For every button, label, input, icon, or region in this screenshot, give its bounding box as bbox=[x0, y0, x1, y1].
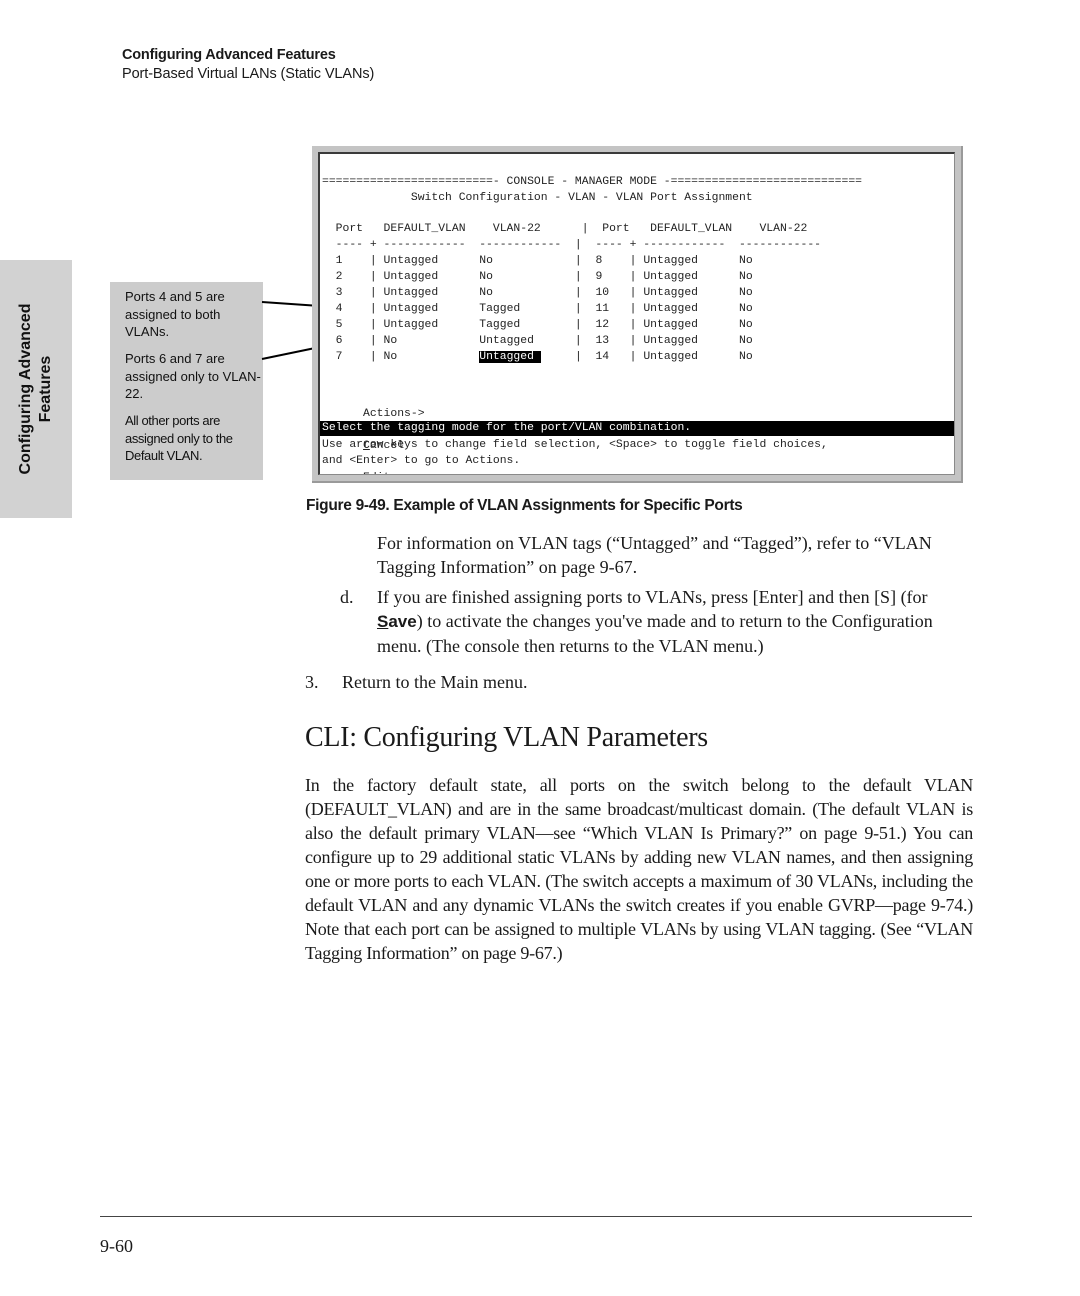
console-title: Switch Configuration - VLAN - VLAN Port … bbox=[322, 192, 753, 204]
console-table-row: 3 | Untagged No | 10 | Untagged No bbox=[322, 285, 753, 301]
port-number: 4 | bbox=[322, 303, 384, 315]
chapter-side-tab: Configuring Advanced Features bbox=[0, 260, 72, 518]
console-table-separator: ---- + ------------ ------------ | ---- … bbox=[322, 239, 821, 251]
port-number: 13 | bbox=[595, 335, 644, 347]
default-vlan-field[interactable]: Untagged bbox=[643, 335, 739, 347]
step-3-text: Return to the Main menu. bbox=[342, 672, 528, 692]
callout-other-ports: All other ports are assigned only to the… bbox=[125, 413, 233, 463]
port-number: 2 | bbox=[322, 271, 384, 283]
vlan22-field[interactable]: No bbox=[739, 335, 753, 347]
default-vlan-field[interactable]: No bbox=[384, 351, 480, 363]
callout-ports-6-7: Ports 6 and 7 are assigned only to VLAN-… bbox=[125, 351, 261, 401]
console-table-header: Port DEFAULT_VLAN VLAN-22 | Port DEFAULT… bbox=[322, 223, 808, 235]
port-number: 3 | bbox=[322, 287, 384, 299]
port-number: 10 | bbox=[595, 287, 644, 299]
vlan22-field[interactable]: Tagged bbox=[479, 319, 520, 331]
port-number: 7 | bbox=[322, 351, 384, 363]
step-3-label: 3. bbox=[305, 672, 319, 692]
console-help-line-1: Use arrow keys to change field selection… bbox=[322, 439, 828, 451]
console-table-row: 6 | No Untagged | 13 | Untagged No bbox=[322, 333, 753, 349]
running-head: Configuring Advanced Features Port-Based… bbox=[122, 46, 374, 84]
step-d-text: If you are finished assigning ports to V… bbox=[377, 587, 933, 656]
figure-callout-box: Ports 4 and 5 are assigned to both VLANs… bbox=[110, 282, 263, 480]
default-vlan-field[interactable]: Untagged bbox=[643, 319, 739, 331]
step-d-label: d. bbox=[340, 587, 354, 607]
default-vlan-field[interactable]: Untagged bbox=[643, 271, 739, 283]
column-divider: | bbox=[520, 319, 596, 331]
default-vlan-field[interactable]: Untagged bbox=[384, 255, 480, 267]
vlan22-field[interactable]: No bbox=[479, 255, 493, 267]
port-number: 12 | bbox=[595, 319, 644, 331]
actions-label: Actions-> bbox=[363, 408, 425, 420]
vlan22-field[interactable]: No bbox=[739, 287, 753, 299]
column-divider: | bbox=[533, 335, 596, 347]
running-head-chapter: Configuring Advanced Features bbox=[122, 47, 336, 63]
port-number: 9 | bbox=[595, 271, 644, 283]
port-number: 6 | bbox=[322, 335, 384, 347]
action-edit[interactable]: Edit bbox=[363, 472, 390, 474]
port-number: 14 | bbox=[595, 351, 644, 363]
console-table-row: 1 | Untagged No | 8 | Untagged No bbox=[322, 253, 753, 269]
console-table-row: 5 | Untagged Tagged | 12 | Untagged No bbox=[322, 317, 753, 333]
callout-ports-4-5: Ports 4 and 5 are assigned to both VLANs… bbox=[125, 289, 225, 339]
column-divider: | bbox=[492, 255, 596, 267]
console-window: =========================- CONSOLE - MAN… bbox=[312, 146, 963, 483]
port-number: 1 | bbox=[322, 255, 384, 267]
column-divider: | bbox=[492, 287, 596, 299]
console-table-row: 4 | Untagged Tagged | 11 | Untagged No bbox=[322, 301, 753, 317]
vlan22-field[interactable]: Tagged bbox=[479, 303, 520, 315]
default-vlan-field[interactable]: Untagged bbox=[384, 287, 480, 299]
vlan22-field[interactable]: No bbox=[739, 255, 753, 267]
column-divider: | bbox=[540, 351, 596, 363]
vlan22-field[interactable]: No bbox=[739, 271, 753, 283]
default-vlan-field[interactable]: Untagged bbox=[643, 255, 739, 267]
save-key-emphasis: Save bbox=[377, 612, 417, 631]
page-number: 9-60 bbox=[100, 1236, 133, 1256]
default-vlan-field[interactable]: Untagged bbox=[384, 303, 480, 315]
port-number: 8 | bbox=[595, 255, 644, 267]
section-heading: CLI: Configuring VLAN Parameters bbox=[305, 722, 708, 753]
column-divider: | bbox=[520, 303, 596, 315]
default-vlan-field[interactable]: Untagged bbox=[643, 351, 739, 363]
vlan22-field[interactable]: No bbox=[479, 271, 493, 283]
console-table-row: 2 | Untagged No | 9 | Untagged No bbox=[322, 269, 753, 285]
port-number: 11 | bbox=[595, 303, 644, 315]
default-vlan-field[interactable]: Untagged bbox=[643, 303, 739, 315]
default-vlan-field[interactable]: Untagged bbox=[384, 271, 480, 283]
vlan22-field[interactable]: No bbox=[479, 287, 493, 299]
vlan22-field[interactable]: No bbox=[739, 303, 753, 315]
port-number: 5 | bbox=[322, 319, 384, 331]
console-status-line: Select the tagging mode for the port/VLA… bbox=[320, 421, 954, 436]
para-vlan-tags-info: For information on VLAN tags (“Untagged”… bbox=[377, 533, 932, 577]
vlan22-field[interactable]: No bbox=[739, 351, 753, 363]
default-vlan-field[interactable]: Untagged bbox=[643, 287, 739, 299]
vlan22-field[interactable]: Untagged bbox=[479, 351, 541, 363]
footer-rule bbox=[100, 1216, 972, 1217]
vlan22-field[interactable]: Untagged bbox=[479, 335, 534, 347]
chapter-side-tab-label: Configuring Advanced Features bbox=[16, 304, 56, 475]
vlan22-field[interactable]: No bbox=[739, 319, 753, 331]
column-divider: | bbox=[492, 271, 596, 283]
console-banner: =========================- CONSOLE - MAN… bbox=[322, 176, 863, 188]
running-head-section: Port-Based Virtual LANs (Static VLANs) bbox=[122, 66, 375, 82]
default-vlan-field[interactable]: No bbox=[384, 335, 480, 347]
side-tab-line-2: Features bbox=[37, 355, 54, 423]
console-actions-bar: Actions-> Cancel Edit Save Help bbox=[322, 390, 425, 474]
console-help-line-2: and <Enter> to go to Actions. bbox=[322, 455, 521, 467]
figure-caption: Figure 9-49. Example of VLAN Assignments… bbox=[306, 497, 743, 514]
para-cli-default-state: In the factory default state, all ports … bbox=[305, 775, 973, 963]
console-screen: =========================- CONSOLE - MAN… bbox=[318, 152, 955, 475]
default-vlan-field[interactable]: Untagged bbox=[384, 319, 480, 331]
console-table-row: 7 | No Untagged | 14 | Untagged No bbox=[322, 349, 753, 365]
side-tab-line-1: Configuring Advanced bbox=[17, 303, 34, 475]
